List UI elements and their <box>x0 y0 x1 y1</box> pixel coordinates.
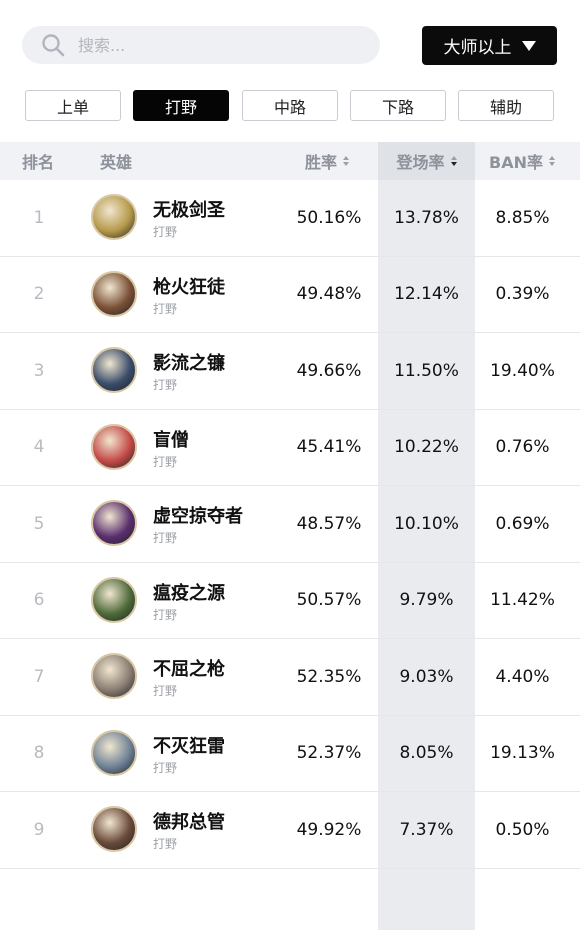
table-header: 排名 英雄 胜率 登场率 BAN率 <box>0 142 580 180</box>
hero-avatar <box>91 423 137 470</box>
hero-name: 不灭狂雷 <box>153 735 225 757</box>
header-pick-rate[interactable]: 登场率 <box>378 142 475 180</box>
hero-avatar <box>91 653 137 699</box>
header-pick-label: 登场率 <box>396 153 445 172</box>
table-row[interactable]: 9 德邦总管 打野 49.92% 7.37% 0.50% <box>0 792 580 869</box>
hero-avatar <box>91 270 137 317</box>
table-row[interactable]: 4 盲僧 打野 45.41% 10.22% 0.76% <box>0 410 580 486</box>
pick-rate: 9.03% <box>399 666 454 687</box>
win-rate: 49.48% <box>296 284 362 305</box>
rank-number: 1 <box>33 207 45 228</box>
table-row[interactable]: 5 虚空掠夺者 打野 48.57% 10.10% 0.69% <box>0 486 580 563</box>
hero-avatar <box>91 729 137 776</box>
top-bar: 大师以上 <box>0 0 580 84</box>
header-ban-rate[interactable]: BAN率 <box>489 142 555 180</box>
ban-rate: 8.85% <box>495 207 550 228</box>
hero-name: 影流之镰 <box>153 353 225 374</box>
win-rate: 52.37% <box>296 743 362 764</box>
rank-number: 8 <box>33 743 45 764</box>
hero-avatar <box>91 806 137 852</box>
hero-name: 虚空掠夺者 <box>153 506 243 527</box>
search-box[interactable] <box>22 26 380 64</box>
hero-stats-table: 排名 英雄 胜率 登场率 BAN率 1 无极剑圣 打野 50.16% 13.78… <box>0 142 580 930</box>
table-row[interactable]: 1 无极剑圣 打野 50.16% 13.78% 8.85% <box>0 180 580 257</box>
ban-rate: 19.40% <box>490 360 555 381</box>
hero-avatar <box>91 500 137 546</box>
table-row[interactable]: 2 枪火狂徒 打野 49.48% 12.14% 0.39% <box>0 257 580 333</box>
pick-rate: 13.78% <box>394 207 459 228</box>
hero-name: 枪火狂徒 <box>153 276 225 298</box>
tab-bottom[interactable]: 下路 <box>350 90 446 121</box>
hero-role: 打野 <box>153 531 178 545</box>
rank-number: 3 <box>33 360 45 381</box>
pick-rate: 8.05% <box>399 743 454 764</box>
hero-role: 打野 <box>153 378 178 392</box>
hero-name: 瘟疫之源 <box>153 582 225 604</box>
ban-rate: 11.42% <box>490 590 555 611</box>
hero-role: 打野 <box>153 301 178 316</box>
table-body: 1 无极剑圣 打野 50.16% 13.78% 8.85% 2 枪火狂徒 打野 … <box>0 180 580 869</box>
hero-avatar <box>91 347 137 393</box>
win-rate: 45.41% <box>296 437 362 458</box>
pick-rate: 10.10% <box>394 513 459 534</box>
win-rate: 49.92% <box>296 819 362 840</box>
pick-rate: 12.14% <box>394 284 459 305</box>
rank-number: 9 <box>33 819 45 840</box>
ban-rate: 0.50% <box>495 819 550 840</box>
table-row[interactable]: 6 瘟疫之源 打野 50.57% 9.79% 11.42% <box>0 563 580 639</box>
rank-filter-label: 大师以上 <box>443 38 512 58</box>
header-ban-label: BAN率 <box>489 153 543 172</box>
hero-role: 打野 <box>153 837 178 851</box>
header-win-label: 胜率 <box>305 153 338 172</box>
ban-rate: 4.40% <box>495 666 550 687</box>
hero-name: 德邦总管 <box>153 812 225 833</box>
rank-number: 4 <box>33 437 45 458</box>
pick-rate: 10.22% <box>394 437 459 458</box>
tab-mid[interactable]: 中路 <box>242 90 338 121</box>
hero-role: 打野 <box>153 684 178 698</box>
win-rate: 50.16% <box>296 207 362 228</box>
header-rank: 排名 <box>22 153 55 172</box>
sort-icon <box>343 156 350 166</box>
ban-rate: 0.39% <box>495 284 550 305</box>
hero-role: 打野 <box>153 607 178 622</box>
rank-number: 7 <box>33 666 45 687</box>
sort-icon <box>548 156 555 166</box>
rank-number: 6 <box>33 590 45 611</box>
caret-down-icon <box>521 40 536 51</box>
rank-number: 5 <box>33 513 45 534</box>
hero-name: 盲僧 <box>153 429 189 451</box>
hero-role: 打野 <box>153 454 178 469</box>
table-row[interactable]: 8 不灭狂雷 打野 52.37% 8.05% 19.13% <box>0 716 580 792</box>
search-input[interactable] <box>76 34 360 56</box>
win-rate: 52.35% <box>296 666 362 687</box>
ban-rate: 0.76% <box>495 437 550 458</box>
header-win-rate[interactable]: 胜率 <box>305 142 350 180</box>
search-icon <box>42 34 65 57</box>
hero-role: 打野 <box>153 225 178 239</box>
rank-filter-dropdown[interactable]: 大师以上 <box>422 26 557 65</box>
pick-rate: 11.50% <box>394 360 459 381</box>
table-row[interactable]: 7 不屈之枪 打野 52.35% 9.03% 4.40% <box>0 639 580 716</box>
hero-avatar <box>91 576 137 623</box>
tab-support[interactable]: 辅助 <box>458 90 554 121</box>
hero-avatar <box>91 194 137 240</box>
ban-rate: 0.69% <box>495 513 550 534</box>
hero-role: 打野 <box>153 760 178 775</box>
win-rate: 48.57% <box>296 513 362 534</box>
sort-desc-icon <box>450 156 457 166</box>
hero-name: 不屈之枪 <box>153 659 225 680</box>
tab-jungle[interactable]: 打野 <box>133 90 229 121</box>
header-hero: 英雄 <box>100 153 133 172</box>
tab-top[interactable]: 上单 <box>25 90 121 121</box>
lane-tabs: 上单 打野 中路 下路 辅助 <box>0 84 580 142</box>
ban-rate: 19.13% <box>490 743 555 764</box>
hero-name: 无极剑圣 <box>153 200 225 221</box>
rank-number: 2 <box>33 284 45 305</box>
pick-rate: 7.37% <box>399 819 454 840</box>
table-row[interactable]: 3 影流之镰 打野 49.66% 11.50% 19.40% <box>0 333 580 410</box>
win-rate: 49.66% <box>296 360 362 381</box>
win-rate: 50.57% <box>296 590 362 611</box>
pick-rate: 9.79% <box>399 590 454 611</box>
